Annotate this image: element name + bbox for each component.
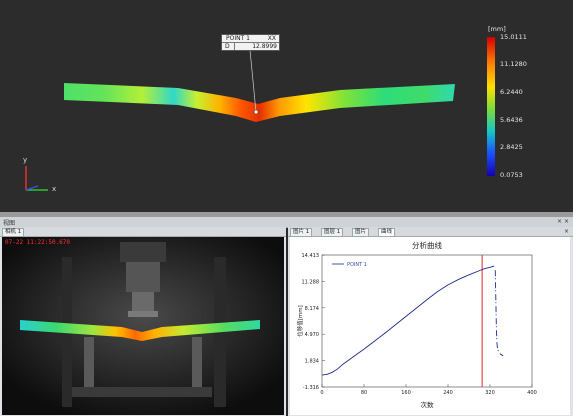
- series-line: [321, 265, 495, 376]
- legend-tick: 6.2440: [500, 88, 523, 96]
- legend-unit: [mm]: [488, 25, 506, 33]
- x-tick-label: 320: [485, 390, 495, 396]
- plot-frame: [321, 254, 533, 388]
- x-tick-label: 80: [361, 390, 367, 396]
- legend-tick: 15.0111: [500, 33, 527, 41]
- x-tick-label: 160: [401, 390, 411, 396]
- tooltip-title: POINT 1: [226, 35, 250, 42]
- chart-svg: 分析曲线 14.413 11.288 8.174 4.970 1.834 -1.3160 80…: [296, 240, 537, 409]
- series-line: [494, 270, 504, 357]
- legend-entry: POINT 1: [347, 262, 367, 268]
- panel-title: 视图: [3, 220, 16, 227]
- tooltip-label: D: [225, 43, 230, 50]
- tab-image-1[interactable]: 图片 1: [290, 228, 313, 237]
- y-tick-label: 8.174: [305, 306, 319, 312]
- camera-image[interactable]: 07-22 11:22:50.670: [2, 237, 284, 415]
- legend-tick: 0.0753: [500, 171, 523, 179]
- analysis-chart[interactable]: 分析曲线 14.413 11.288 8.174 4.970 1.834 -1.316 0 80…: [290, 237, 570, 415]
- axis-x-label: x: [52, 185, 57, 193]
- point-marker: [253, 109, 259, 115]
- camera-timestamp: 07-22 11:22:50.670: [5, 239, 71, 246]
- x-tick-label: 0: [320, 390, 323, 396]
- y-tick-label: 1.834: [305, 359, 319, 365]
- tab-image[interactable]: 图片: [352, 228, 370, 237]
- deformed-beam: [64, 83, 455, 122]
- chart-title: 分析曲线: [412, 240, 442, 250]
- x-tick-label: 400: [527, 390, 537, 396]
- tab-camera-1[interactable]: 相机 1: [2, 228, 25, 237]
- legend-tick: 2.8425: [500, 143, 523, 151]
- y-tick-label: -1.316: [303, 385, 319, 391]
- legend-tick: 5.6436: [500, 116, 523, 124]
- legend-tick: 11.1280: [500, 60, 527, 68]
- tooltip-value: 12.8999: [252, 43, 277, 50]
- tab-curve[interactable]: 曲线: [378, 228, 396, 237]
- tooltip-close-button[interactable]: XX: [268, 35, 276, 42]
- axis-y-label: y: [23, 156, 28, 164]
- y-tick-label: 4.970: [305, 332, 319, 338]
- point-tooltip[interactable]: POINT 1 XX D 12.8999: [221, 34, 280, 51]
- 3d-viewport[interactable]: POINT 1 XX D 12.8999 [mm] 15.0111 11.128…: [0, 0, 573, 212]
- tab-layer-1[interactable]: 图层 1: [321, 228, 344, 237]
- y-tick-label: 14.413: [302, 253, 320, 259]
- color-legend-bar: [487, 37, 495, 176]
- x-tick-label: 240: [443, 390, 453, 396]
- y-tick-label: 11.288: [302, 279, 320, 285]
- y-axis-label: 位移值[mm]: [296, 305, 304, 337]
- panel-close-button[interactable]: × ×: [557, 218, 569, 225]
- camera-tabbar: 相机 1: [0, 227, 286, 237]
- x-axis-label: 次数: [421, 400, 435, 409]
- chart-tabbar: 图片 1 图层 1 图片 曲线 ×: [288, 227, 573, 237]
- camera-scene: [2, 237, 284, 415]
- chart-close-button[interactable]: ×: [564, 228, 569, 235]
